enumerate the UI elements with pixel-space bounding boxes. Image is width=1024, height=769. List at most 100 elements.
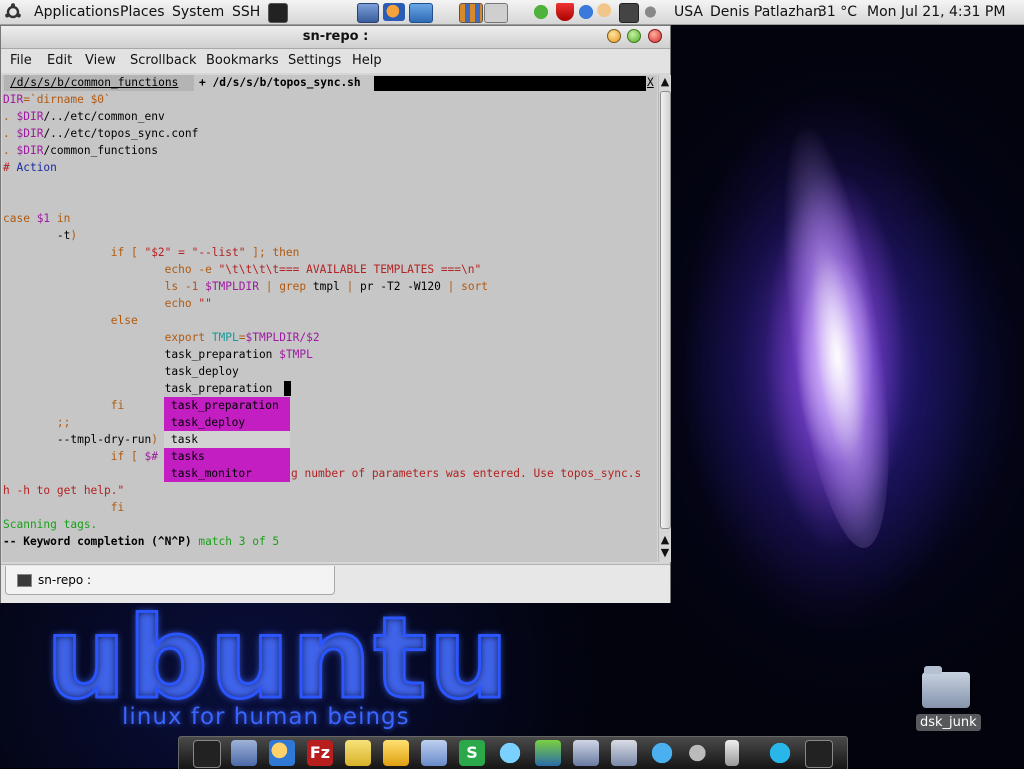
menu-scrollback[interactable]: Scrollback xyxy=(130,53,197,68)
code-token: =`dirname $0` xyxy=(23,93,111,106)
menu-settings[interactable]: Settings xyxy=(288,53,341,68)
thunderbird-icon[interactable] xyxy=(269,740,295,766)
code-line: g number of parameters was entered. Use … xyxy=(291,467,642,480)
weather-temperature[interactable]: 31 °C xyxy=(818,4,857,20)
volume-icon[interactable] xyxy=(645,3,663,21)
top-panel: Applications Places System SSH USA Denis… xyxy=(0,0,1024,25)
desktop-folder-dsk-junk[interactable]: dsk_junk xyxy=(916,666,981,731)
vim-tabline: /d/s/s/b/common_functions + /d/s/s/b/top… xyxy=(2,75,657,91)
menu-help[interactable]: Help xyxy=(352,53,382,68)
office-icon[interactable] xyxy=(383,740,409,766)
pointer-tool-icon[interactable] xyxy=(231,740,257,766)
code-token: $DIR xyxy=(16,127,44,140)
ubuntu-wordmark: ubuntu xyxy=(45,594,511,724)
text-cursor xyxy=(284,381,291,396)
chat-icon[interactable] xyxy=(767,740,793,766)
menu-places[interactable]: Places xyxy=(120,4,165,20)
code-token: task_preparation xyxy=(3,348,280,361)
code-token: if [ xyxy=(3,246,145,259)
show-desktop-icon[interactable] xyxy=(357,3,379,23)
app-icon[interactable] xyxy=(421,740,447,766)
code-token: ]; then xyxy=(245,246,300,259)
code-line: else xyxy=(3,314,138,327)
network-tool-icon[interactable] xyxy=(409,3,433,23)
dock: Fz S xyxy=(178,736,848,769)
globe-icon[interactable] xyxy=(497,740,523,766)
completion-item-selected[interactable]: task xyxy=(164,431,290,448)
code-token: /$2 xyxy=(299,331,320,344)
scroll-down-icon[interactable]: ▼ xyxy=(660,546,670,559)
menu-view[interactable]: View xyxy=(85,53,116,68)
workspace-switcher-icon[interactable] xyxy=(459,3,483,23)
code-token: pr -T2 -W120 xyxy=(353,280,448,293)
menu-ssh[interactable]: SSH xyxy=(232,4,260,20)
user-name[interactable]: Denis Patlazhan xyxy=(710,4,822,20)
network-manager-icon[interactable] xyxy=(611,740,637,766)
minimize-button[interactable] xyxy=(607,29,621,43)
vmware-icon[interactable] xyxy=(649,740,675,766)
search-icon[interactable] xyxy=(597,3,615,21)
menu-applications[interactable]: Applications xyxy=(34,4,120,20)
session-tab[interactable]: sn-repo : xyxy=(5,566,335,595)
window-title: sn-repo : xyxy=(302,29,369,44)
notes-icon[interactable] xyxy=(345,740,371,766)
vertical-scrollbar[interactable]: ▲ ▲ ▼ xyxy=(658,75,671,562)
terminal-icon[interactable] xyxy=(193,740,221,768)
code-token: --tmpl-dry-run xyxy=(3,433,152,446)
terminal-icon xyxy=(17,574,32,587)
code-token: echo xyxy=(3,297,199,310)
menubar: File Edit View Scrollback Bookmarks Sett… xyxy=(1,49,670,73)
speaker-icon[interactable] xyxy=(687,740,713,766)
window-titlebar[interactable]: sn-repo : xyxy=(1,26,670,49)
download-arrow-icon[interactable] xyxy=(556,3,574,21)
menu-file[interactable]: File xyxy=(10,53,32,68)
folder-label: dsk_junk xyxy=(916,714,981,731)
bluetooth-icon[interactable] xyxy=(577,3,595,21)
code-token: /common_functions xyxy=(43,144,158,157)
scroll-thumb[interactable] xyxy=(660,91,671,529)
code-token: $TMPLDIR xyxy=(245,331,300,344)
terminal-launcher-icon[interactable] xyxy=(268,3,288,23)
keyboard-layout[interactable]: USA xyxy=(674,4,703,20)
code-token: in xyxy=(50,212,71,225)
scroll-up-icon[interactable]: ▲ xyxy=(660,533,670,546)
terminal-icon[interactable] xyxy=(805,740,833,768)
code-token: echo -e xyxy=(3,263,219,276)
completion-item[interactable]: task_preparation xyxy=(164,397,290,414)
code-token: /../etc/common_env xyxy=(43,110,165,123)
network-icon[interactable] xyxy=(619,3,639,23)
tool-icon[interactable] xyxy=(535,740,561,766)
menu-system[interactable]: System xyxy=(172,4,224,20)
code-line: task_deploy xyxy=(3,365,239,378)
completion-item[interactable]: tasks xyxy=(164,448,290,465)
remote-desktop-icon[interactable] xyxy=(573,740,599,766)
ipod-icon[interactable] xyxy=(725,740,739,766)
vim-tab-common-functions[interactable]: /d/s/s/b/common_functions xyxy=(4,75,194,91)
completion-item[interactable]: task_monitor xyxy=(164,465,290,482)
wallpaper-flare xyxy=(760,115,910,555)
code-token: . xyxy=(3,127,17,140)
clock[interactable]: Mon Jul 21, 4:31 PM xyxy=(867,4,1005,20)
spreadsheet-icon[interactable]: S xyxy=(459,740,485,766)
close-button[interactable] xyxy=(648,29,662,43)
code-token: $TMPL xyxy=(279,348,313,361)
ubuntu-logo-icon[interactable] xyxy=(4,3,22,21)
code-token: tmpl xyxy=(306,280,347,293)
firefox-icon[interactable] xyxy=(383,3,405,21)
menu-bookmarks[interactable]: Bookmarks xyxy=(206,53,279,68)
workspace-2-icon[interactable] xyxy=(484,3,508,23)
filezilla-icon[interactable]: Fz xyxy=(307,740,333,766)
update-notifier-icon[interactable] xyxy=(532,3,550,21)
code-line: task_preparation xyxy=(3,382,273,395)
completion-item[interactable]: task_deploy xyxy=(164,414,290,431)
code-token: grep xyxy=(279,280,307,293)
maximize-button[interactable] xyxy=(627,29,641,43)
code-token: TMPL xyxy=(211,331,239,344)
terminal-content[interactable]: /d/s/s/b/common_functions + /d/s/s/b/top… xyxy=(2,75,657,562)
scroll-up-icon[interactable]: ▲ xyxy=(660,75,670,88)
session-tabbar: sn-repo : xyxy=(1,564,670,603)
code-token: "" xyxy=(198,297,212,310)
vim-tab-close[interactable]: X xyxy=(647,75,654,91)
menu-edit[interactable]: Edit xyxy=(47,53,72,68)
vim-tab-topos-sync[interactable]: + /d/s/s/b/topos_sync.sh xyxy=(199,75,361,91)
